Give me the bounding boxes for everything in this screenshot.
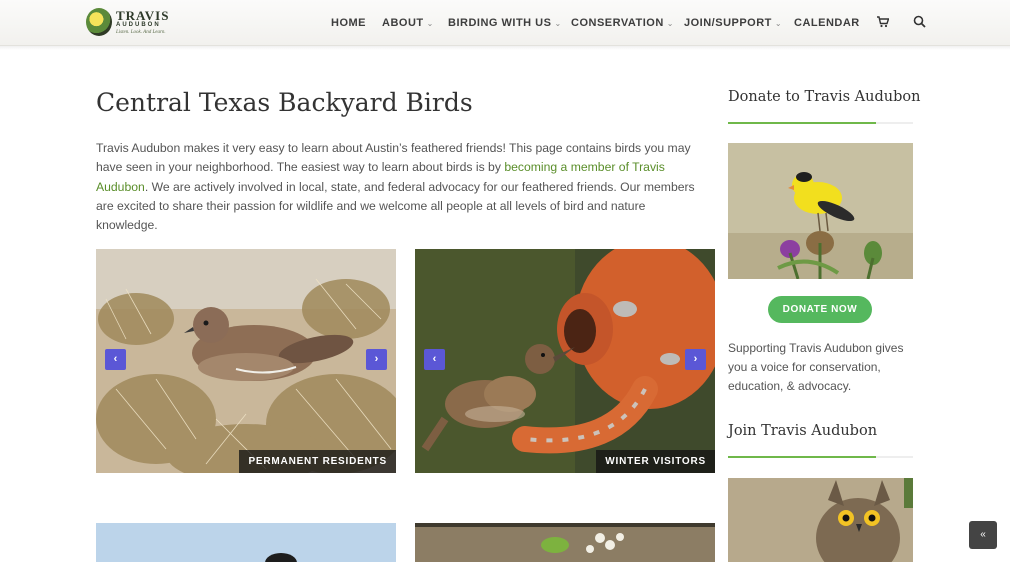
dove-cactus-image [96,249,396,473]
nav-about[interactable]: ABOUT ⌄ [382,17,434,29]
logo-subtitle: AUDUBON [116,22,161,28]
card-permanent-residents[interactable]: ‹ › PERMANENT RESIDENTS [96,249,396,473]
logo-tagline: Listen. Look. And Learn. [116,30,166,35]
owl-image [728,478,913,562]
card-third[interactable] [96,523,396,562]
nav-conservation-label: CONSERVATION [571,17,664,29]
card-winter-visitors[interactable]: ‹ › WINTER VISITORS [415,249,715,473]
great-horned-owl-image [728,478,913,562]
wren-pot-image [415,249,715,473]
slider-prev-button[interactable]: ‹ [424,349,445,370]
nav-calendar[interactable]: CALENDAR [794,17,860,29]
donate-description: Supporting Travis Audubon gives you a vo… [728,341,904,393]
card-label-winter-visitors: WINTER VISITORS [596,450,715,473]
card-label-permanent-residents: PERMANENT RESIDENTS [239,450,396,473]
site-header: TRAVIS AUDUBON Listen. Look. And Learn. … [0,0,1010,46]
page-title: Central Texas Backyard Birds [96,88,473,117]
nav-join-support[interactable]: JOIN/SUPPORT ⌄ [684,17,782,29]
slider-next-button[interactable]: › [366,349,387,370]
header-shadow [0,46,1010,50]
chevron-down-icon: ⌄ [666,19,674,28]
sky-bird-image [96,523,396,562]
intro-paragraph: Travis Audubon makes it very easy to lea… [96,139,708,235]
donate-now-button[interactable]: DONATE NOW [768,296,872,323]
cart-icon[interactable] [877,16,889,28]
nav-home[interactable]: HOME [331,17,366,29]
nav-calendar-label: CALENDAR [794,17,860,29]
nav-home-label: HOME [331,17,366,29]
nav-about-label: ABOUT [382,17,424,29]
nav-birding-label: BIRDING WITH US [448,17,552,29]
slider-prev-button[interactable]: ‹ [105,349,126,370]
card-fourth[interactable] [415,523,715,562]
divider [728,122,913,124]
flowers-image [415,523,715,562]
chevron-down-icon: ⌄ [554,19,562,28]
site-logo[interactable]: TRAVIS AUDUBON Listen. Look. And Learn. [86,6,168,40]
divider [728,456,913,458]
goldfinch-thistle-image [728,143,913,279]
donate-heading: Donate to Travis Audubon [728,89,921,105]
nav-conservation[interactable]: CONSERVATION ⌄ [571,17,674,29]
intro-text-end: . We are actively involved in local, sta… [96,179,695,233]
chevron-down-icon: ⌄ [774,19,783,28]
bird-logo-icon [86,8,112,36]
search-icon[interactable] [913,15,926,28]
slider-next-button[interactable]: › [685,349,706,370]
nav-birding-with-us[interactable]: BIRDING WITH US ⌄ [448,17,562,29]
join-heading: Join Travis Audubon [728,423,878,439]
chevron-down-icon: ⌄ [426,19,434,28]
goldfinch-image [728,143,913,279]
nav-join-label: JOIN/SUPPORT [684,17,772,29]
back-to-top-button[interactable]: « [969,521,997,549]
